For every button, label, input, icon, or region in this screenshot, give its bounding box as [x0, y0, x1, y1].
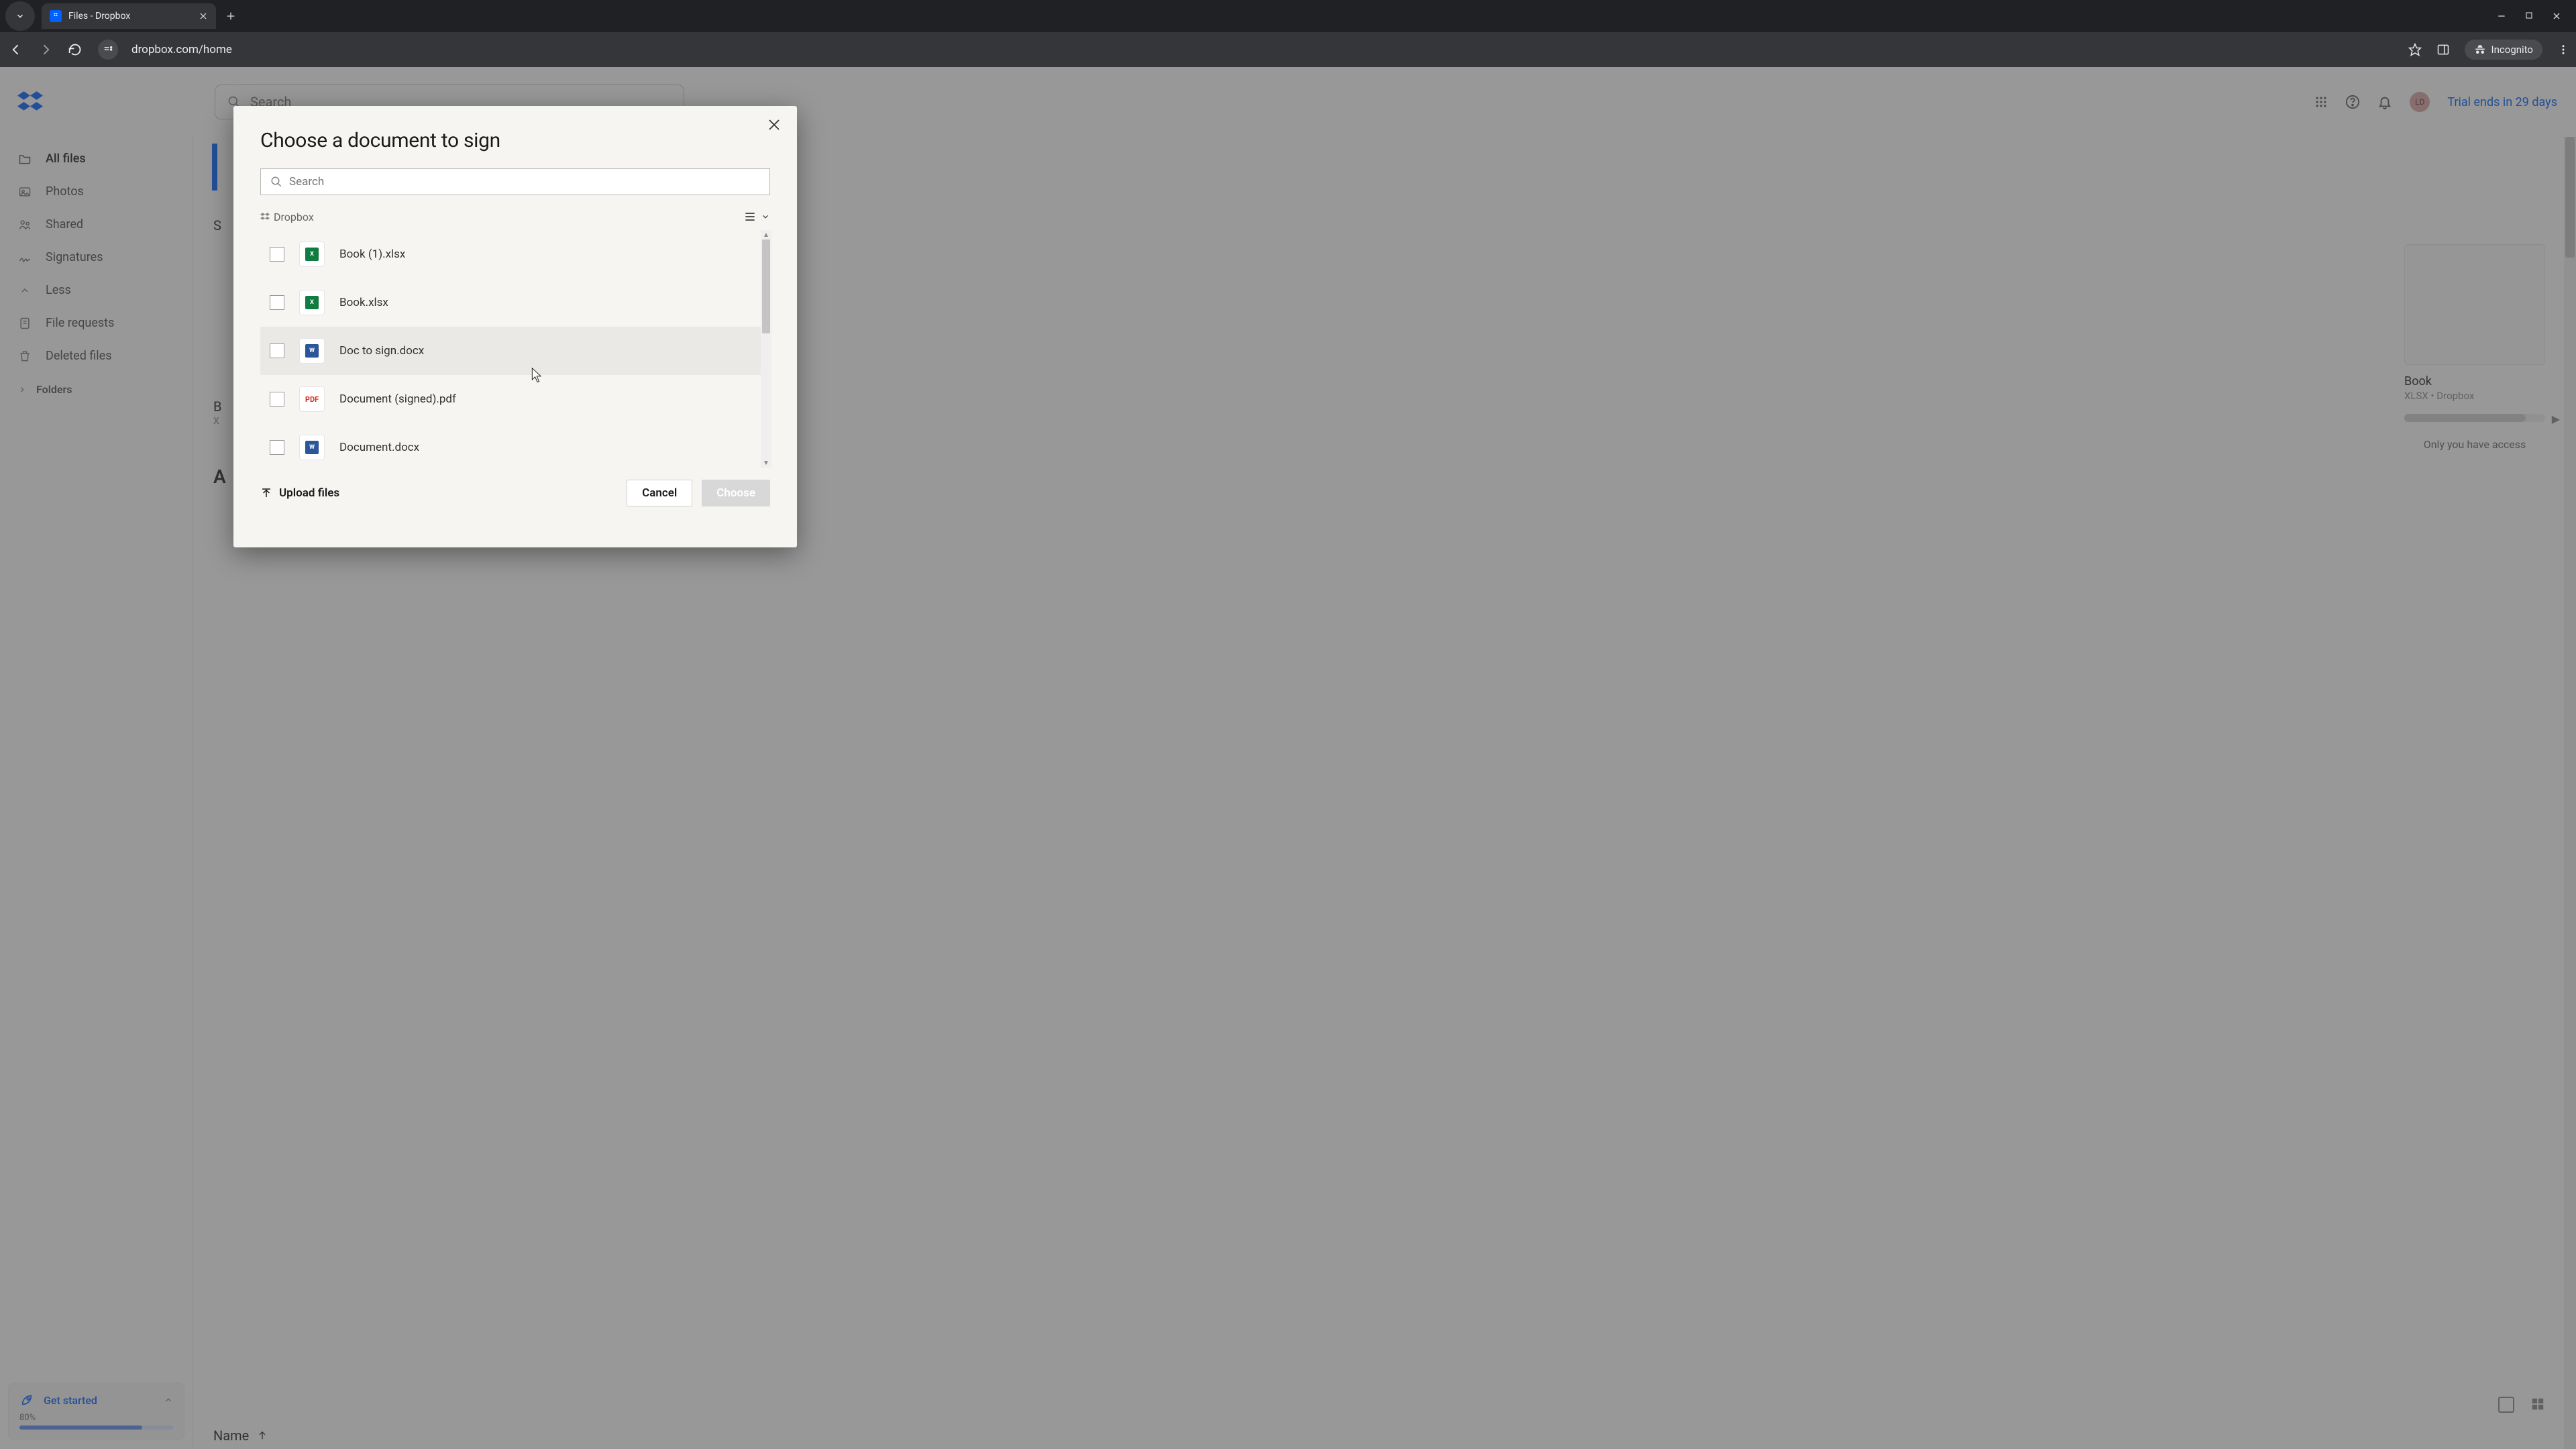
dropbox-icon — [260, 212, 270, 221]
file-checkbox[interactable] — [270, 392, 284, 407]
forward-button[interactable] — [36, 40, 55, 59]
choose-button[interactable]: Choose — [702, 480, 770, 506]
file-list: X Book (1).xlsx X Book.xlsx W Doc to sig… — [260, 230, 770, 468]
file-checkbox[interactable] — [270, 295, 284, 310]
side-panel-icon[interactable] — [2436, 43, 2450, 56]
browser-toolbar: dropbox.com/home Incognito — [0, 32, 2576, 67]
window-controls — [2482, 11, 2576, 21]
file-list-container: X Book (1).xlsx X Book.xlsx W Doc to sig… — [260, 230, 770, 468]
incognito-icon — [2474, 44, 2486, 56]
browser-tab[interactable]: Files - Dropbox — [42, 3, 216, 29]
file-row[interactable]: W Document.docx — [260, 423, 770, 468]
back-button[interactable] — [7, 40, 25, 59]
tab-title: Files - Dropbox — [68, 11, 192, 21]
cancel-button[interactable]: Cancel — [627, 480, 692, 506]
list-icon — [743, 210, 757, 223]
minimize-icon[interactable] — [2497, 11, 2506, 21]
close-icon[interactable] — [766, 117, 782, 133]
pdf-file-icon: PDF — [299, 386, 325, 412]
modal-footer: Upload files Cancel Choose — [233, 468, 797, 523]
page-content: LD Trial ends in 29 days All files Photo… — [0, 67, 2576, 1449]
file-name: Book.xlsx — [339, 296, 388, 309]
toolbar-right: Incognito — [2408, 40, 2569, 60]
file-row[interactable]: PDF Document (signed).pdf — [260, 375, 770, 423]
browser-window: Files - Dropbox dropbox.com/home — [0, 0, 2576, 1449]
dropbox-favicon — [50, 10, 62, 22]
file-row[interactable]: W Doc to sign.docx — [260, 327, 770, 375]
xlsx-file-icon: X — [299, 290, 325, 315]
incognito-indicator[interactable]: Incognito — [2465, 40, 2542, 60]
scroll-up-icon[interactable]: ▲ — [761, 230, 771, 239]
tab-close-icon[interactable] — [199, 11, 208, 21]
docx-file-icon: W — [299, 338, 325, 364]
file-list-scrollbar[interactable]: ▲ ▼ — [761, 230, 771, 468]
choose-document-modal: Choose a document to sign Dropbox — [233, 106, 797, 547]
breadcrumb[interactable]: Dropbox — [260, 211, 314, 223]
search-icon — [270, 176, 282, 188]
file-name: Book (1).xlsx — [339, 248, 405, 261]
modal-title: Choose a document to sign — [233, 106, 797, 168]
xlsx-file-icon: X — [299, 241, 325, 267]
tab-strip: Files - Dropbox — [0, 0, 2482, 32]
maximize-icon[interactable] — [2525, 11, 2533, 21]
reload-button[interactable] — [66, 40, 85, 59]
modal-search[interactable] — [260, 168, 770, 195]
file-name: Document (signed).pdf — [339, 392, 456, 406]
modal-search-input[interactable] — [289, 175, 760, 189]
tab-search-button[interactable] — [5, 1, 35, 31]
file-name: Document.docx — [339, 441, 419, 454]
titlebar: Files - Dropbox — [0, 0, 2576, 32]
incognito-label: Incognito — [2491, 44, 2533, 56]
breadcrumb-label: Dropbox — [274, 211, 314, 223]
docx-file-icon: W — [299, 435, 325, 460]
site-info-button[interactable] — [98, 40, 118, 60]
scroll-down-icon[interactable]: ▼ — [761, 458, 771, 468]
file-row[interactable]: X Book (1).xlsx — [260, 230, 770, 278]
upload-files-label: Upload files — [279, 486, 339, 500]
mouse-cursor — [531, 368, 543, 384]
bookmark-icon[interactable] — [2408, 43, 2422, 56]
cancel-label: Cancel — [642, 486, 677, 500]
file-row[interactable]: X Book.xlsx — [260, 278, 770, 327]
browser-menu-icon[interactable] — [2557, 44, 2569, 56]
file-checkbox[interactable] — [270, 343, 284, 358]
address-bar[interactable]: dropbox.com/home — [129, 43, 2398, 56]
file-name: Doc to sign.docx — [339, 344, 424, 358]
file-checkbox[interactable] — [270, 247, 284, 262]
upload-icon — [260, 487, 272, 499]
file-checkbox[interactable] — [270, 440, 284, 455]
choose-label: Choose — [716, 486, 755, 500]
close-window-icon[interactable] — [2552, 11, 2561, 21]
new-tab-button[interactable] — [225, 11, 236, 21]
chevron-down-icon — [761, 212, 770, 221]
sort-button[interactable] — [743, 210, 770, 223]
upload-files-button[interactable]: Upload files — [260, 486, 339, 500]
